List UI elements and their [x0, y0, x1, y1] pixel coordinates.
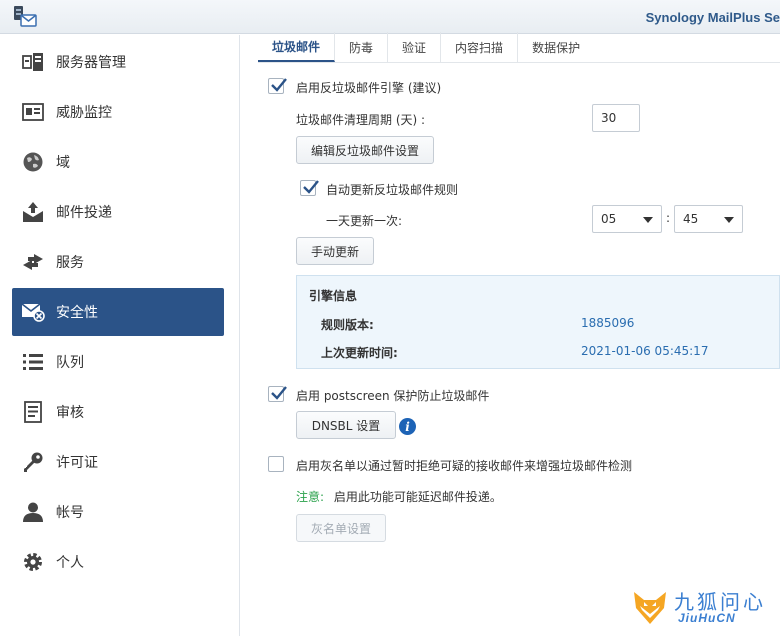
edit-spam-settings-button[interactable]: 编辑反垃圾邮件设置	[296, 136, 434, 164]
info-icon[interactable]: i	[399, 418, 416, 435]
greylist-note: 注意: 启用此功能可能延迟邮件投递。	[296, 488, 502, 505]
engine-info-panel: 引擎信息 规则版本: 1885096 上次更新时间: 2021-01-06 05…	[296, 275, 780, 369]
watermark-subtitle: JiuHuCN	[678, 611, 736, 625]
checkmark-icon	[271, 78, 287, 92]
account-user-icon	[20, 499, 46, 525]
sidebar-item-label: 服务	[56, 255, 84, 271]
note-text: 启用此功能可能延迟邮件投递。	[333, 490, 502, 504]
update-minute-select[interactable]: 45	[674, 205, 743, 233]
checkmark-icon	[271, 386, 287, 400]
audit-icon	[20, 399, 46, 425]
sidebar-item-service[interactable]: 服务	[12, 238, 224, 286]
server-management-icon	[20, 49, 46, 75]
tab-data-protection[interactable]: 数据保护	[518, 32, 594, 62]
sidebar-item-label: 安全性	[56, 305, 98, 321]
last-update-value: 2021-01-06 05:45:17	[581, 344, 709, 358]
tab-bar: 垃圾邮件 防毒 验证 内容扫描 数据保护	[258, 32, 594, 62]
sidebar-item-queue[interactable]: 队列	[12, 338, 224, 386]
sidebar-item-audit[interactable]: 审核	[12, 388, 224, 436]
security-mail-icon	[20, 299, 46, 325]
auto-update-rules-checkbox[interactable]	[300, 180, 319, 196]
sidebar-item-label: 帐号	[56, 505, 84, 521]
window-title: Synology MailPlus Se	[645, 10, 780, 25]
engine-info-title: 引擎信息	[309, 289, 358, 303]
queue-list-icon	[20, 349, 46, 375]
sidebar-item-threat-monitor[interactable]: 威胁监控	[12, 88, 224, 136]
dnsbl-settings-button[interactable]: DNSBL 设置	[296, 411, 396, 439]
greylist-settings-button[interactable]: 灰名单设置	[296, 514, 386, 542]
rule-version-label: 规则版本:	[321, 318, 374, 332]
sidebar-item-domain[interactable]: 域	[12, 138, 224, 186]
tab-antivirus[interactable]: 防毒	[335, 32, 389, 62]
sidebar: 服务器管理 威胁监控 域 邮件投递 服务 安全性 队列 审核 许可证 帐号 个人	[0, 35, 240, 636]
mailplus-app-icon	[12, 4, 38, 30]
sidebar-item-label: 威胁监控	[56, 105, 112, 121]
license-key-icon	[20, 449, 46, 475]
tab-content-scan[interactable]: 内容扫描	[441, 32, 519, 62]
enable-spam-engine-label: 启用反垃圾邮件引擎 (建议)	[296, 81, 442, 95]
update-hour-value: 05	[601, 212, 617, 226]
sidebar-item-label: 队列	[56, 355, 84, 371]
sidebar-item-mail-delivery[interactable]: 邮件投递	[12, 188, 224, 236]
tab-spam[interactable]: 垃圾邮件	[258, 32, 336, 62]
sidebar-item-personal[interactable]: 个人	[12, 538, 224, 586]
sidebar-item-label: 审核	[56, 405, 84, 421]
threat-monitor-icon	[20, 99, 46, 125]
personal-gear-icon	[20, 549, 46, 575]
sidebar-item-label: 个人	[56, 555, 84, 571]
enable-postscreen-label: 启用 postscreen 保护防止垃圾邮件	[296, 389, 490, 403]
cleanup-period-label: 垃圾邮件清理周期 (天) :	[296, 113, 426, 127]
sidebar-item-label: 域	[56, 155, 70, 171]
note-prefix: 注意:	[296, 490, 325, 504]
chevron-down-icon	[643, 217, 653, 223]
sidebar-item-security[interactable]: 安全性	[12, 288, 224, 336]
enable-postscreen-checkbox[interactable]	[268, 386, 287, 402]
tab-divider	[258, 62, 780, 63]
daily-update-label: 一天更新一次:	[326, 214, 403, 228]
sidebar-item-license[interactable]: 许可证	[12, 438, 224, 486]
enable-greylist-checkbox[interactable]	[268, 456, 284, 472]
title-bar: Synology MailPlus Se	[0, 0, 780, 34]
auto-update-rules-label: 自动更新反垃圾邮件规则	[326, 183, 459, 197]
sidebar-item-server-management[interactable]: 服务器管理	[12, 38, 224, 86]
manual-update-button[interactable]: 手动更新	[296, 237, 374, 265]
update-hour-select[interactable]: 05	[592, 205, 662, 233]
time-separator: :	[666, 211, 671, 225]
sidebar-item-label: 服务器管理	[56, 55, 126, 71]
fox-logo-icon	[634, 592, 666, 624]
globe-icon	[20, 149, 46, 175]
sidebar-item-label: 邮件投递	[56, 205, 112, 221]
sidebar-item-label: 许可证	[56, 455, 98, 471]
watermark: 九狐问心 JiuHuCN	[630, 584, 770, 632]
tab-verification[interactable]: 验证	[388, 32, 442, 62]
chevron-down-icon	[724, 217, 734, 223]
cleanup-period-input[interactable]: 30	[592, 104, 640, 132]
sidebar-item-account[interactable]: 帐号	[12, 488, 224, 536]
service-arrows-icon	[20, 249, 46, 275]
checkmark-icon	[303, 180, 319, 194]
enable-spam-engine-checkbox[interactable]	[268, 78, 287, 94]
update-minute-value: 45	[683, 212, 699, 226]
enable-greylist-label: 启用灰名单以通过暂时拒绝可疑的接收邮件来增强垃圾邮件检测	[296, 459, 633, 473]
mail-delivery-icon	[20, 199, 46, 225]
rule-version-value: 1885096	[581, 316, 635, 330]
last-update-label: 上次更新时间:	[321, 346, 398, 360]
